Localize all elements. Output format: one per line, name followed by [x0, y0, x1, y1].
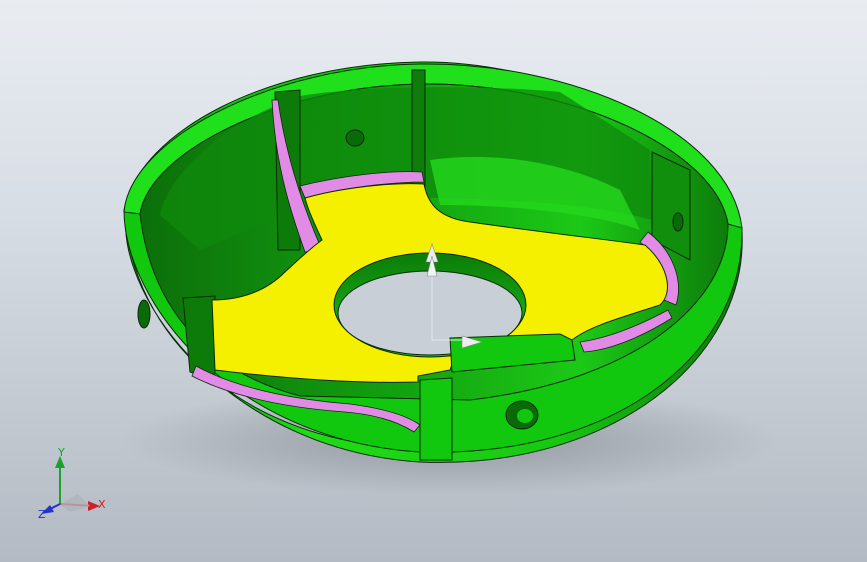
view-triad[interactable]: Y X Z: [30, 446, 120, 526]
rim-notch-front: [419, 377, 453, 461]
triad-y-label: Y: [57, 446, 65, 459]
rim-hole-front-inner: [517, 409, 533, 423]
rim-hole-left[interactable]: [137, 299, 151, 329]
rim-hole-right[interactable]: [672, 212, 684, 232]
rim-hole-back[interactable]: [345, 129, 365, 147]
triad-z-label: Z: [38, 508, 46, 521]
graphics-viewport[interactable]: Y X Z: [0, 0, 867, 562]
triad-plane-icon: [60, 494, 90, 512]
part-model[interactable]: [0, 0, 867, 562]
triad-x-label: X: [98, 498, 106, 511]
